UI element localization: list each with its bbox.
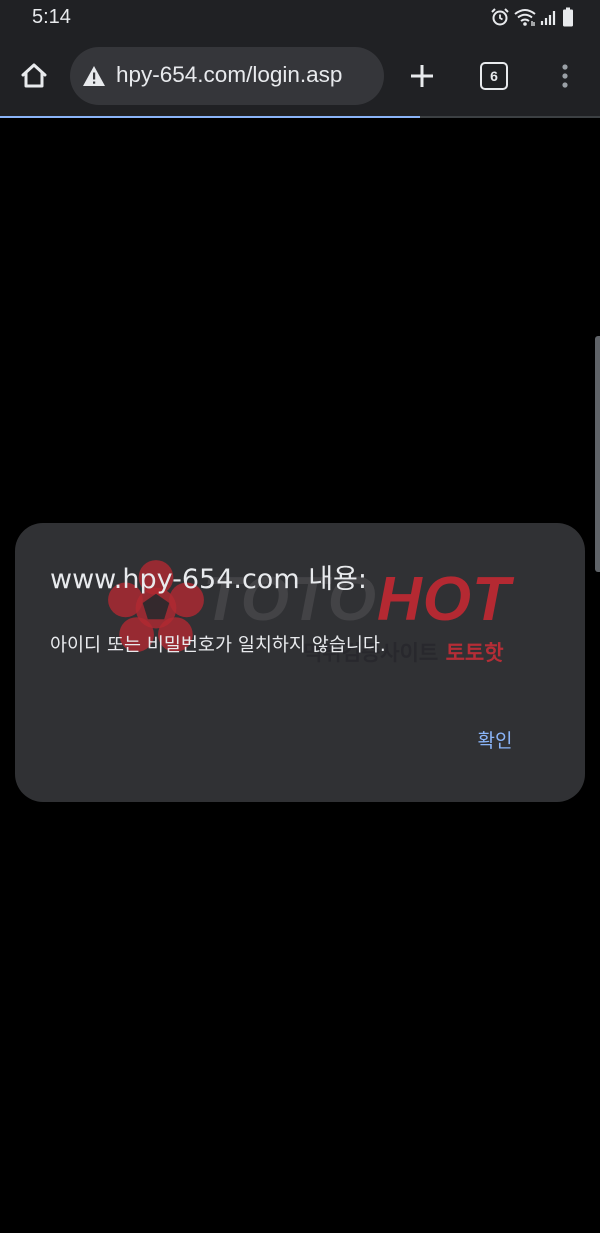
watermark-sub-b: 토토핫: [445, 641, 504, 665]
wifi-icon: [514, 9, 536, 26]
browser-screen: 5:14 hpy-654.com/login.asp 6 www.hpy-654…: [0, 0, 600, 1233]
warning-icon[interactable]: [82, 65, 106, 87]
page-load-progress: [0, 116, 600, 118]
signal-icon: [540, 11, 556, 25]
watermark-brand-b: HOT: [376, 565, 511, 634]
alarm-icon: [491, 8, 509, 26]
page-load-progress-fill: [0, 116, 420, 118]
status-time: 5:14: [32, 6, 71, 28]
alert-dialog: www.hpy-654.com 내용: 아이디 또는 비밀번호가 일치하지 않습…: [15, 523, 585, 802]
dialog-title: www.hpy-654.com 내용:: [50, 564, 367, 595]
url-text[interactable]: hpy-654.com/login.asp: [116, 62, 342, 88]
status-bar: 5:14: [0, 0, 600, 36]
plus-icon: [411, 65, 433, 87]
browser-toolbar: hpy-654.com/login.asp 6: [0, 36, 600, 116]
new-tab-button[interactable]: [404, 58, 440, 94]
battery-icon: [563, 7, 573, 27]
scroll-handle[interactable]: [595, 336, 600, 572]
home-icon: [21, 63, 47, 88]
home-button[interactable]: [16, 58, 52, 94]
more-vert-icon: [562, 64, 568, 88]
tabs-icon: 6: [480, 62, 508, 90]
tab-switcher-button[interactable]: 6: [480, 62, 508, 90]
address-bar[interactable]: hpy-654.com/login.asp: [70, 47, 384, 105]
dialog-message: 아이디 또는 비밀번호가 일치하지 않습니다.: [50, 635, 386, 656]
status-icons: [490, 6, 574, 28]
menu-button[interactable]: [552, 58, 578, 94]
ok-button[interactable]: 확인: [459, 719, 531, 763]
